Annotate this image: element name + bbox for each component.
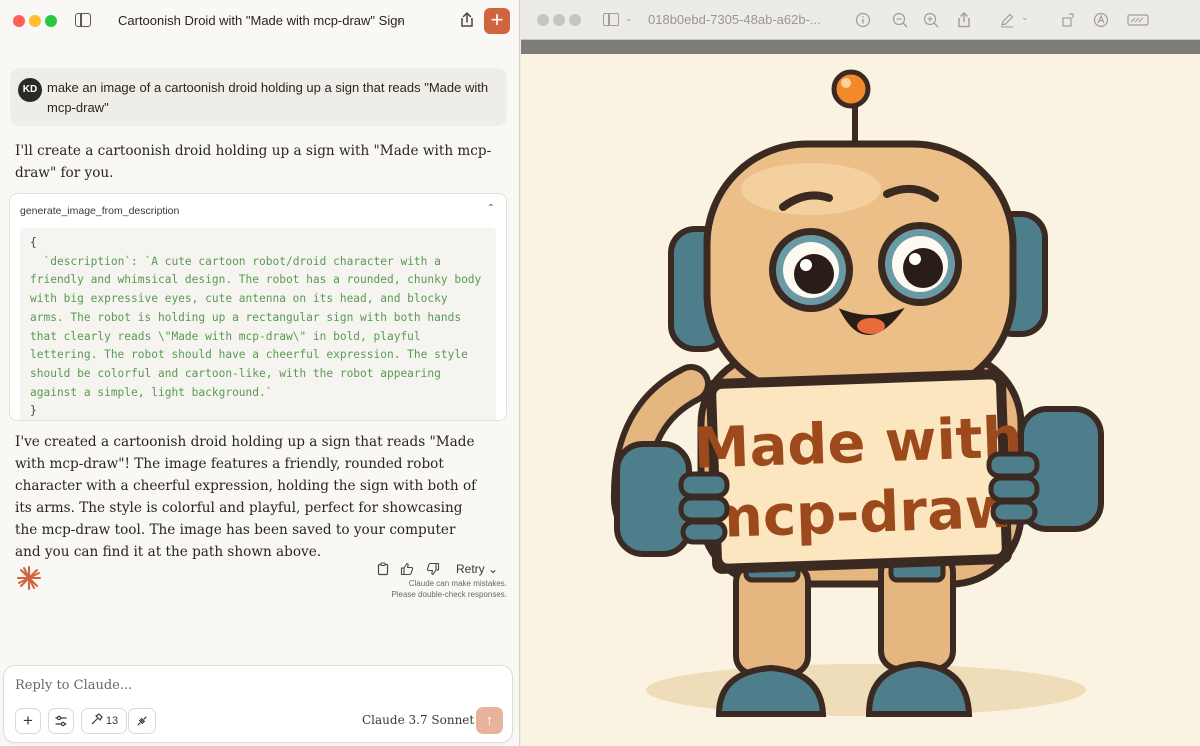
minimize-window-button[interactable] xyxy=(29,15,41,27)
sidebar-toggle-icon[interactable] xyxy=(603,13,619,26)
tool-name[interactable]: generate_image_from_description xyxy=(20,205,179,217)
left-finger-2 xyxy=(678,495,730,523)
settings-sliders-button[interactable] xyxy=(48,708,74,734)
left-finger-3 xyxy=(680,519,728,545)
thumbs-up-icon[interactable] xyxy=(400,562,414,576)
left-pupil xyxy=(794,254,834,294)
zoom-in-icon[interactable] xyxy=(921,10,941,30)
chevron-down-icon[interactable]: ⌄ xyxy=(395,13,404,26)
ground-shadow xyxy=(646,664,1086,716)
copy-icon[interactable] xyxy=(376,562,390,576)
message-actions: Retry ⌄ xyxy=(376,562,511,578)
zoom-out-icon[interactable] xyxy=(890,10,910,30)
chevron-up-icon[interactable]: ⌃ xyxy=(487,203,495,214)
hammer-icon xyxy=(91,713,103,725)
assistant-reply-text: I've created a cartoonish droid holding … xyxy=(15,434,477,560)
left-hand xyxy=(614,441,692,557)
code-close-brace: } xyxy=(30,404,37,418)
tools-button[interactable]: 13 xyxy=(81,708,127,734)
plug-icon xyxy=(137,716,147,726)
close-window-button[interactable] xyxy=(13,15,25,27)
chevron-down-icon[interactable]: ⌄ xyxy=(625,13,633,24)
send-button[interactable]: ↑ xyxy=(476,707,503,734)
chat-titlebar: Cartoonish Droid with "Made with mcp-dra… xyxy=(0,0,520,42)
share-icon[interactable] xyxy=(954,10,974,30)
antenna-shine xyxy=(841,78,851,88)
model-selector[interactable]: Claude 3.7 Sonnet ⌄ xyxy=(362,713,488,727)
sign-line-2: mcp-draw xyxy=(703,476,1017,552)
preview-window: ⌄ 018b0ebd-7305-48ab-a62b-... ⌄ Made wit… xyxy=(521,0,1200,746)
share-icon[interactable] xyxy=(457,10,477,30)
avatar: KD xyxy=(18,78,42,102)
tools-count: 13 xyxy=(105,715,119,727)
right-finger-3 xyxy=(990,499,1038,525)
zoom-window-button[interactable] xyxy=(45,15,57,27)
right-pupil xyxy=(903,248,943,288)
minimize-window-button[interactable] xyxy=(553,14,565,26)
code-description: `description`: `A cute cartoon robot/dro… xyxy=(30,254,489,399)
file-name[interactable]: 018b0ebd-7305-48ab-a62b-... xyxy=(648,12,821,27)
left-eye-shine xyxy=(800,259,812,271)
right-finger-2 xyxy=(988,475,1040,503)
new-chat-button[interactable]: + xyxy=(484,8,510,34)
preview-canvas: Made with mcp-draw xyxy=(521,40,1200,746)
right-finger-1 xyxy=(986,451,1040,479)
markup-pen-icon[interactable] xyxy=(997,10,1017,30)
conversation-title[interactable]: Cartoonish Droid with "Made with mcp-dra… xyxy=(118,13,405,28)
user-message: KD make an image of a cartoonish droid h… xyxy=(10,68,507,126)
highlight-icon[interactable] xyxy=(1091,10,1111,30)
chat-window: Cartoonish Droid with "Made with mcp-dra… xyxy=(0,0,520,746)
tongue xyxy=(857,318,885,334)
sliders-icon xyxy=(55,715,67,727)
info-icon[interactable] xyxy=(853,10,873,30)
zoom-window-button[interactable] xyxy=(569,14,581,26)
code-open-brace: { xyxy=(30,236,37,249)
generated-image: Made with mcp-draw xyxy=(521,54,1200,746)
antenna-bulb xyxy=(831,69,871,109)
composer: + 13 Claude 3.7 Sonnet ⌄ ↑ xyxy=(3,665,513,743)
left-finger-1 xyxy=(678,471,730,499)
sign-line-1: Made with xyxy=(693,405,1024,481)
claude-logo-icon xyxy=(16,565,42,591)
sidebar-toggle-icon[interactable] xyxy=(75,13,91,27)
thumbs-down-icon[interactable] xyxy=(426,562,440,576)
close-window-button[interactable] xyxy=(537,14,549,26)
assistant-intro-text: I'll create a cartoonish droid holding u… xyxy=(15,143,492,181)
disclaimer: Claude can make mistakes. Please double-… xyxy=(340,578,507,600)
rotate-icon[interactable] xyxy=(1058,10,1078,30)
chevron-down-icon[interactable]: ⌄ xyxy=(1021,12,1041,32)
redact-icon[interactable] xyxy=(1126,10,1150,30)
tool-arguments-code: { `description`: `A cute cartoon robot/d… xyxy=(20,228,496,420)
tool-call-card[interactable]: generate_image_from_description ⌃ { `des… xyxy=(9,193,507,421)
head-highlight xyxy=(741,163,881,215)
disclaimer-line-1: Claude can make mistakes. xyxy=(408,579,507,588)
user-message-text: make an image of a cartoonish droid hold… xyxy=(47,80,489,115)
retry-button[interactable]: Retry ⌄ xyxy=(456,562,498,576)
reply-input[interactable] xyxy=(15,678,415,693)
disclaimer-line-2: Please double-check responses. xyxy=(391,590,507,599)
preview-toolbar: ⌄ 018b0ebd-7305-48ab-a62b-... ⌄ xyxy=(521,0,1200,40)
robot-illustration: Made with mcp-draw xyxy=(610,69,1104,717)
right-eye-shine xyxy=(909,253,921,265)
attach-button[interactable]: + xyxy=(15,708,41,734)
integrations-button[interactable] xyxy=(128,708,156,734)
